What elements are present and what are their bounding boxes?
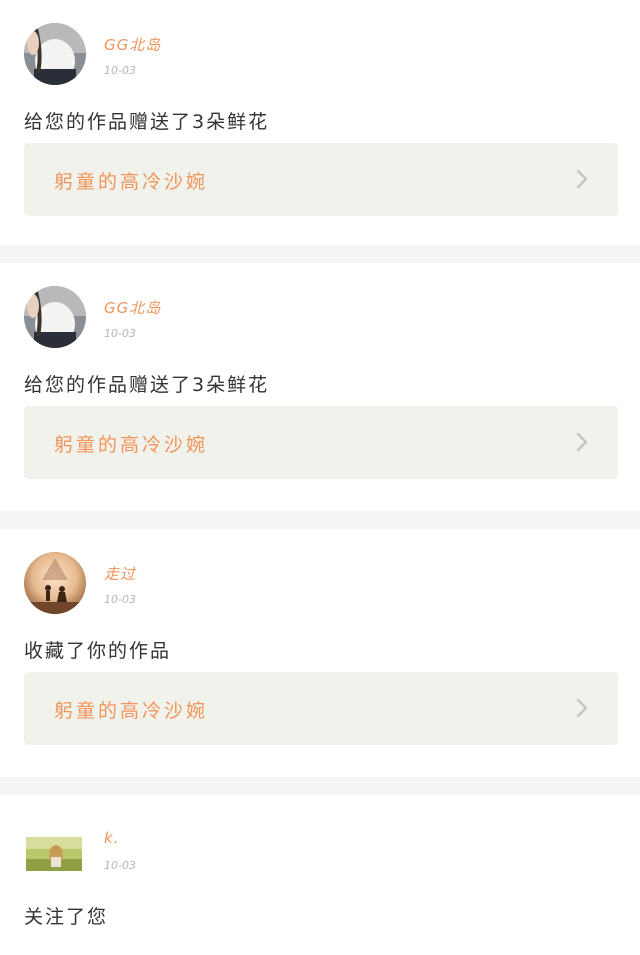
avatar[interactable] [26, 837, 82, 871]
notification-header: GG北岛 10-03 [24, 0, 618, 85]
action-text: 关注了您 [24, 906, 109, 928]
date-label: 10-03 [104, 859, 136, 872]
notification-card: GG北岛 10-03 给您的作品赠送了3朵鲜花 躬童的高冷沙婉 [0, 0, 640, 245]
girl-field-icon [26, 837, 82, 871]
work-title: 躬童的高冷沙婉 [54, 434, 209, 456]
notification-card: k. 10-03 关注了您 [0, 795, 640, 955]
date-label: 10-03 [104, 327, 136, 340]
notification-header: GG北岛 10-03 [24, 263, 618, 348]
action-text: 收藏了你的作品 [24, 640, 172, 662]
chevron-right-icon [576, 698, 588, 718]
username[interactable]: GG北岛 [104, 297, 161, 318]
username[interactable]: k. [104, 829, 119, 847]
date-label: 10-03 [104, 64, 136, 77]
work-title: 躬童的高冷沙婉 [54, 700, 209, 722]
silhouette-sunset-icon [24, 552, 86, 614]
notification-card: GG北岛 10-03 给您的作品赠送了3朵鲜花 躬童的高冷沙婉 [0, 263, 640, 511]
chevron-right-icon [576, 169, 588, 189]
notification-card: 走过 10-03 收藏了你的作品 躬童的高冷沙婉 [0, 529, 640, 777]
woman-white-top-icon [24, 23, 86, 85]
action-text: 给您的作品赠送了3朵鲜花 [24, 374, 270, 396]
notification-header: k. 10-03 [24, 795, 618, 880]
username[interactable]: 走过 [104, 563, 136, 584]
notification-feed: GG北岛 10-03 给您的作品赠送了3朵鲜花 躬童的高冷沙婉 GG北岛 10-… [0, 0, 640, 955]
date-label: 10-03 [104, 593, 136, 606]
work-title: 躬童的高冷沙婉 [54, 171, 209, 193]
work-link[interactable]: 躬童的高冷沙婉 [24, 143, 618, 216]
woman-white-top-icon [24, 286, 86, 348]
work-link[interactable]: 躬童的高冷沙婉 [24, 406, 618, 479]
username[interactable]: GG北岛 [104, 34, 161, 55]
avatar[interactable] [24, 552, 86, 614]
chevron-right-icon [576, 432, 588, 452]
notification-header: 走过 10-03 [24, 529, 618, 614]
avatar[interactable] [24, 286, 86, 348]
work-link[interactable]: 躬童的高冷沙婉 [24, 672, 618, 745]
action-text: 给您的作品赠送了3朵鲜花 [24, 111, 270, 133]
avatar[interactable] [24, 23, 86, 85]
